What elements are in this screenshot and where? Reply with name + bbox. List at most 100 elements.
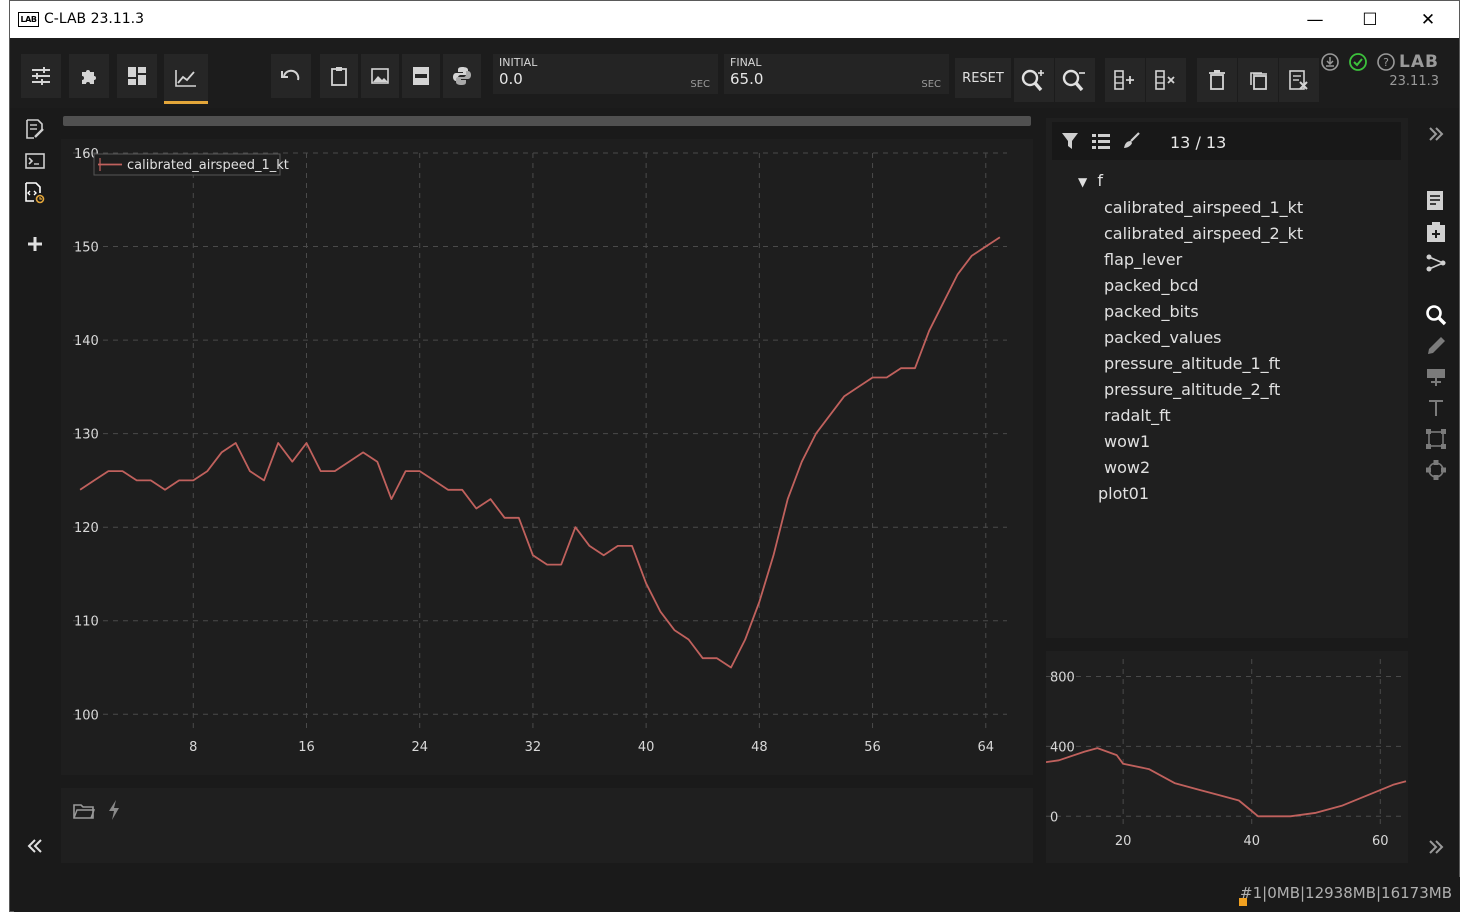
rectangle-tool-button[interactable] <box>1424 427 1448 451</box>
puzzle-icon <box>82 70 96 84</box>
dashboard-icon <box>128 67 146 85</box>
properties-button[interactable] <box>1424 189 1448 213</box>
overview-plot-panel[interactable]: 20 40 60 0 400 800 <box>1045 651 1408 863</box>
overview-chart[interactable]: 20 40 60 0 400 800 <box>1045 651 1408 863</box>
collapse-left-button[interactable] <box>24 835 46 857</box>
main-plot-panel[interactable]: 8 16 24 32 40 48 56 64 100 110 120 130 140 150 160 cali… <box>61 139 1033 775</box>
export-pdf-button[interactable] <box>402 54 440 98</box>
main-chart[interactable]: 8 16 24 32 40 48 56 64100110120130140150160cali… <box>61 139 1033 775</box>
x-tick-label: 64 <box>977 740 994 755</box>
tree-item-calibrated-airspeed-1-kt[interactable]: calibrated_airspeed_1_kt <box>1104 198 1303 217</box>
tree-item-packed-bcd[interactable]: packed_bcd <box>1104 276 1199 295</box>
settings-sliders-button[interactable] <box>21 54 61 98</box>
ellipse-tool-button[interactable] <box>1424 458 1448 482</box>
chevron-double-left-icon <box>27 839 42 853</box>
export-image-button[interactable] <box>361 54 399 98</box>
zoom-in-button[interactable] <box>1014 58 1054 102</box>
clear-list-button[interactable] <box>1279 58 1319 102</box>
dashboard-button[interactable] <box>117 54 157 98</box>
python-button[interactable] <box>443 54 481 98</box>
document-edit-icon <box>1427 191 1443 210</box>
series-line <box>1045 747 1407 818</box>
tree-root-label: f <box>1097 171 1104 190</box>
final-time-field[interactable]: FINAL 65.0 SEC <box>724 54 949 94</box>
flash-icon[interactable] <box>108 800 120 820</box>
open-folder-icon[interactable] <box>73 802 95 820</box>
tree-item-calibrated-airspeed-2-kt[interactable]: calibrated_airspeed_2_kt <box>1104 224 1303 243</box>
chart-legend: calibrated_airspeed_1_kt <box>93 153 289 176</box>
initial-unit: SEC <box>690 79 710 90</box>
window-title: C-LAB 23.11.3 <box>44 11 145 27</box>
tree-item-packed-bits[interactable]: packed_bits <box>1104 302 1199 321</box>
x-tick-label: 40 <box>638 740 655 755</box>
tree-item-flap-lever[interactable]: flap_lever <box>1104 250 1182 269</box>
plot-view-button[interactable] <box>164 54 208 104</box>
zoom-in-icon <box>1021 69 1044 92</box>
annotation-tool-button[interactable] <box>1424 365 1448 389</box>
tree-root-expander[interactable]: ▼ f <box>1078 171 1103 190</box>
expand-right-bottom-button[interactable] <box>1424 835 1448 859</box>
reset-button[interactable]: RESET <box>955 58 1011 98</box>
list-icon[interactable] <box>1092 134 1110 149</box>
undo-icon <box>281 69 300 81</box>
right-sidebar <box>1412 108 1460 868</box>
series-line <box>79 236 1001 669</box>
tree-plot-node[interactable]: plot01 <box>1098 484 1149 503</box>
script-button[interactable] <box>24 182 46 204</box>
x-tick-label: 32 <box>525 740 542 755</box>
maximize-button[interactable]: ☐ <box>1347 5 1393 35</box>
status-bar: #1|0MB|12938MB|16173MB <box>14 877 1460 912</box>
pen-tool-button[interactable] <box>1424 334 1448 358</box>
close-button[interactable]: ✕ <box>1405 5 1451 35</box>
delete-all-button[interactable] <box>1238 58 1278 102</box>
clipboard-icon <box>331 67 347 86</box>
tree-item-pressure-altitude-1-ft[interactable]: pressure_altitude_1_ft <box>1104 354 1280 373</box>
add-clipboard-button[interactable] <box>1424 220 1448 244</box>
tree-item-radalt-ft[interactable]: radalt_ft <box>1104 406 1171 425</box>
clipboard-button[interactable] <box>320 54 358 98</box>
time-scrollbar[interactable] <box>63 116 1031 126</box>
expand-right-button[interactable] <box>1424 122 1448 146</box>
delete-button[interactable] <box>1197 58 1237 102</box>
y-tick-label: 800 <box>1050 670 1075 685</box>
remove-column-button[interactable] <box>1146 58 1186 102</box>
initial-value[interactable]: 0.0 <box>499 70 523 88</box>
undo-button[interactable] <box>271 54 311 98</box>
clear-list-icon <box>1289 70 1308 90</box>
tree-item-packed-values[interactable]: packed_values <box>1104 328 1222 347</box>
zoom-out-button[interactable] <box>1055 58 1095 102</box>
connect-button[interactable] <box>1424 251 1448 275</box>
download-status-icon[interactable] <box>1321 53 1339 71</box>
y-tick-label: 120 <box>74 521 99 536</box>
help-icon[interactable]: ? <box>1377 53 1395 71</box>
python-icon <box>453 67 471 85</box>
x-tick-label: 24 <box>411 740 428 755</box>
line-chart-icon <box>175 69 196 87</box>
text-tool-button[interactable] <box>1424 396 1448 420</box>
tree-item-pressure-altitude-2-ft[interactable]: pressure_altitude_2_ft <box>1104 380 1280 399</box>
zoom-out-icon <box>1062 69 1085 92</box>
minimize-button[interactable]: — <box>1292 5 1338 35</box>
add-column-button[interactable] <box>1105 58 1145 102</box>
filter-icon[interactable] <box>1062 133 1078 149</box>
x-tick-label: 48 <box>751 740 768 755</box>
plugins-button[interactable] <box>69 54 109 98</box>
y-tick-label: 100 <box>74 708 99 723</box>
add-button[interactable] <box>24 233 46 255</box>
signal-tree-panel: 13 / 13 ▼ f calibrated_airspeed_1_kt cali… <box>1046 118 1408 638</box>
main-toolbar: INITIAL 0.0 SEC FINAL 65.0 SEC RESET ? L… <box>10 38 1459 108</box>
zoom-tool-button[interactable] <box>1424 303 1448 327</box>
console-button[interactable] <box>24 150 46 172</box>
tree-item-wow2[interactable]: wow2 <box>1104 458 1150 477</box>
initial-time-field[interactable]: INITIAL 0.0 SEC <box>493 54 718 94</box>
magnify-icon <box>1426 305 1447 326</box>
final-value[interactable]: 65.0 <box>730 70 763 88</box>
notes-button[interactable] <box>24 118 46 140</box>
tree-item-wow1[interactable]: wow1 <box>1104 432 1150 451</box>
app-logo: LAB <box>18 12 39 27</box>
clipboard-plus-icon <box>1427 222 1445 242</box>
check-status-icon[interactable] <box>1349 53 1367 71</box>
brush-icon[interactable] <box>1122 132 1140 150</box>
legend-label: calibrated_airspeed_1_kt <box>127 158 289 173</box>
x-tick-label: 40 <box>1243 834 1260 849</box>
